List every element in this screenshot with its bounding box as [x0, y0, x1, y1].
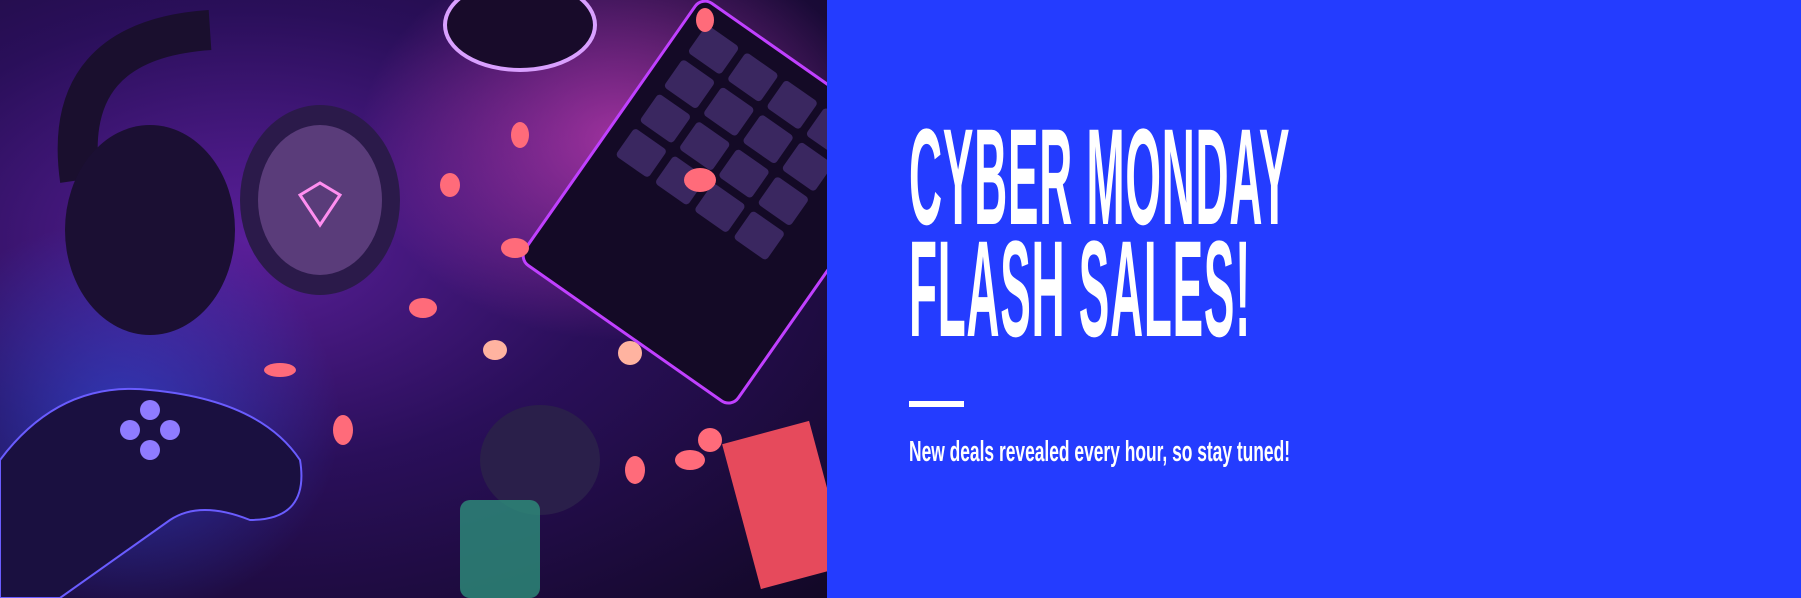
card-box — [722, 420, 827, 590]
figurine — [460, 405, 600, 598]
promo-panel: CYBER MONDAY FLASH SALES! New deals reve… — [827, 0, 1801, 598]
headline-line-2: FLASH SALES! — [909, 213, 1252, 366]
divider-bar — [909, 401, 964, 407]
headline: CYBER MONDAY FLASH SALES! — [909, 109, 1290, 366]
gaming-desk-photo — [0, 0, 827, 598]
subtitle: New deals revealed every hour, so stay t… — [909, 436, 1291, 468]
